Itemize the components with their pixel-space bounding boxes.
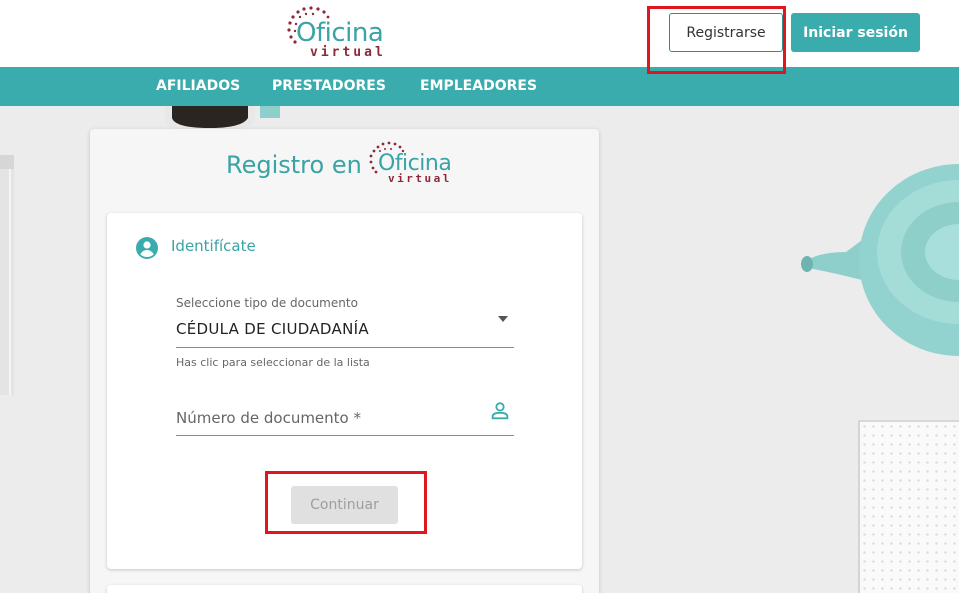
caret-down-icon[interactable] (497, 314, 509, 324)
person-outline-icon (491, 402, 509, 420)
highlight-box-continue (265, 471, 427, 534)
logo-word: Oficina (296, 18, 384, 48)
doc-number-input[interactable] (176, 405, 476, 431)
next-step-card (107, 585, 582, 593)
registration-logo: Oficina virtual (368, 140, 468, 188)
nav-item-afiliados[interactable]: AFILIADOS (156, 67, 240, 106)
main-nav: AFILIADOS PRESTADORES EMPLEADORES (0, 67, 959, 106)
registration-title: Registro en (226, 151, 362, 179)
doc-type-underline (176, 347, 514, 348)
top-header: Oficina virtual Registrarse Iniciar sesi… (0, 0, 959, 67)
login-button[interactable]: Iniciar sesión (791, 13, 920, 52)
oficina-virtual-logo[interactable]: Oficina virtual (286, 4, 404, 62)
step-title: Identifícate (171, 237, 256, 255)
doc-type-select[interactable]: CÉDULA DE CIUDADANÍA (176, 320, 476, 338)
logo-subword: virtual (310, 45, 386, 60)
doc-type-label: Seleccione tipo de documento (176, 296, 358, 310)
teapot-decoration (801, 164, 959, 356)
glass-decoration (0, 155, 14, 395)
nav-item-prestadores[interactable]: PRESTADORES (272, 67, 386, 106)
doc-type-hint: Has clic para seleccionar de la lista (176, 356, 370, 369)
nav-item-empleadores[interactable]: EMPLEADORES (420, 67, 537, 106)
logo-subword: virtual (388, 172, 452, 185)
doc-number-underline (176, 435, 514, 436)
highlight-box-register (647, 6, 786, 74)
notebook-decoration (858, 420, 959, 593)
account-circle-icon (136, 237, 158, 259)
